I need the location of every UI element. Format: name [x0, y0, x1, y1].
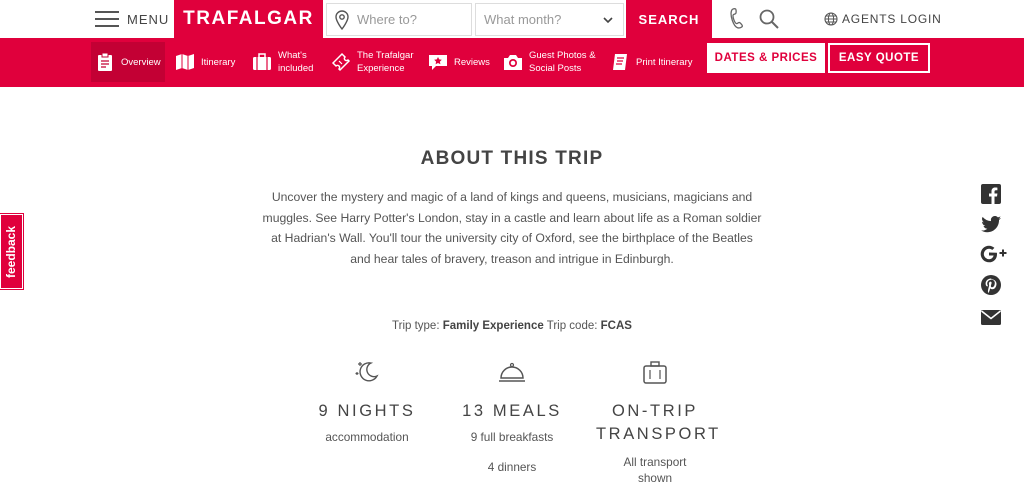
google-plus-icon[interactable]: [980, 243, 1010, 265]
print-icon: [613, 54, 627, 70]
trip-code-value: FCAS: [600, 320, 632, 332]
nav-guest-photos[interactable]: Guest Photos & Social Posts: [503, 42, 596, 82]
search-button[interactable]: SEARCH: [626, 0, 712, 38]
pinterest-icon[interactable]: [980, 274, 1002, 296]
trip-meta: Trip type: Family Experience Trip code: …: [0, 320, 1024, 332]
where-to-input[interactable]: [357, 12, 471, 27]
feature-nights-detail: accommodation: [325, 430, 409, 444]
feature-meals-heading: 13 MEALS: [462, 402, 562, 420]
nav-whats-included-label: What's included: [278, 50, 314, 74]
reviews-icon: [429, 55, 447, 70]
nav-reviews[interactable]: Reviews: [428, 42, 490, 82]
nav-guest-photos-label: Guest Photos & Social Posts: [529, 50, 596, 74]
trafalgar-logo[interactable]: TRAFALGAR: [174, 0, 323, 38]
ticket-icon: [331, 52, 351, 72]
trip-code-label: Trip code:: [546, 320, 598, 332]
trip-nav-bar: Overview Itinerary What's included The Tr…: [0, 38, 1024, 87]
feedback-tab[interactable]: feedback: [0, 214, 23, 289]
what-month-field[interactable]: [475, 3, 624, 36]
nav-trafalgar-experience-label: The Trafalgar Experience: [357, 50, 414, 74]
trip-description: Uncover the mystery and magic of a land …: [262, 190, 762, 266]
map-icon: [176, 54, 194, 70]
nav-itinerary-label: Itinerary: [201, 56, 236, 68]
suitcase-icon: [253, 53, 271, 70]
facebook-icon[interactable]: [980, 183, 1002, 205]
agents-login-link[interactable]: AGENTS LOGIN: [824, 12, 942, 26]
nav-whats-included[interactable]: What's included: [252, 42, 313, 82]
moon-stars-icon: [355, 362, 379, 382]
trip-type-label: Trip type:: [392, 320, 440, 332]
globe-icon: [824, 12, 838, 26]
clipboard-icon: [98, 52, 112, 71]
feature-meals: 13 MEALS 9 full breakfasts 4 dinners: [448, 358, 576, 475]
menu-label: MENU: [127, 11, 170, 27]
feature-transport-detail: All transport shown: [623, 455, 687, 485]
what-month-input[interactable]: [484, 12, 603, 27]
feature-meals-detail: 9 full breakfasts: [470, 430, 554, 444]
page-title: ABOUT THIS TRIP: [420, 148, 604, 169]
nav-reviews-label: Reviews: [454, 56, 490, 68]
where-to-field: [326, 3, 472, 36]
chevron-down-icon: [603, 16, 613, 23]
logo-text: TRAFALGAR: [183, 8, 314, 29]
nav-overview-label: Overview: [121, 56, 161, 68]
location-pin-icon: [335, 9, 349, 30]
dates-prices-button[interactable]: DATES & PRICES: [707, 43, 825, 73]
menu-button[interactable]: MENU: [95, 9, 169, 29]
feature-transport: ON-TRIP TRANSPORT All transport shown: [596, 358, 721, 486]
nav-print-itinerary-label: Print Itinerary: [636, 56, 693, 68]
phone-icon[interactable]: [727, 8, 747, 30]
feature-meals-detail: 4 dinners: [487, 460, 537, 474]
agents-login-label: AGENTS LOGIN: [842, 12, 942, 26]
feature-transport-heading: ON-TRIP TRANSPORT: [596, 402, 721, 443]
twitter-icon[interactable]: [980, 213, 1002, 235]
feature-nights: 9 NIGHTS accommodation: [300, 358, 434, 445]
search-icon[interactable]: [758, 8, 780, 30]
nav-overview[interactable]: Overview: [91, 42, 165, 82]
nav-trafalgar-experience[interactable]: The Trafalgar Experience: [331, 42, 414, 82]
email-icon[interactable]: [980, 306, 1002, 328]
camera-icon: [504, 55, 522, 70]
nav-itinerary[interactable]: Itinerary: [175, 42, 235, 82]
nav-print-itinerary[interactable]: Print Itinerary: [610, 42, 693, 82]
cloche-icon: [499, 362, 525, 382]
luggage-icon: [643, 361, 667, 384]
feedback-label: feedback: [4, 225, 19, 278]
feature-nights-heading: 9 NIGHTS: [318, 402, 416, 420]
top-header: MENU TRAFALGAR SEARCH AGENTS LOGIN: [0, 0, 1024, 38]
easy-quote-button[interactable]: EASY QUOTE: [828, 43, 930, 73]
trip-type-value: Family Experience: [442, 320, 544, 332]
hamburger-icon: [95, 11, 119, 27]
